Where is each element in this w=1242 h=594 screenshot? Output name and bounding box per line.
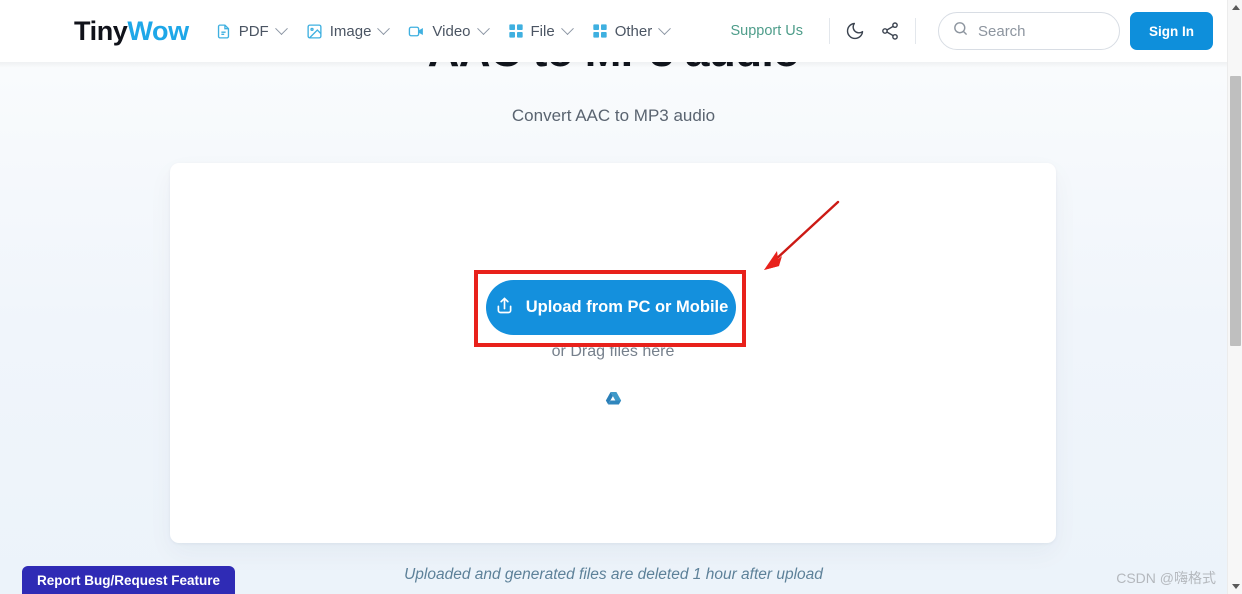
logo-text-wow: Wow	[127, 15, 189, 46]
logo-text-tiny: Tiny	[74, 15, 128, 46]
nav-item-video[interactable]: Video	[408, 21, 490, 40]
header-divider-left	[829, 18, 830, 44]
chevron-down-icon	[560, 21, 574, 35]
nav-item-label: Other	[614, 22, 653, 40]
caret-down-icon	[1231, 584, 1240, 589]
report-bug-button[interactable]: Report Bug/Request Feature	[22, 566, 236, 594]
share-icon[interactable]	[877, 18, 903, 44]
browser-viewport: TinyWow PDF Image Video File Other Suppo…	[0, 0, 1242, 594]
search-input[interactable]	[978, 22, 1098, 40]
hero-title-clip: AAC to MP3 audio	[0, 62, 1227, 92]
nav-item-label: Image	[329, 22, 372, 40]
document-icon	[215, 23, 232, 40]
scrollbar-up-button[interactable]	[1228, 0, 1242, 15]
caret-up-icon	[1231, 5, 1240, 10]
scrollbar-down-button[interactable]	[1228, 579, 1242, 594]
main-navigation: PDF Image Video File Other	[215, 21, 672, 40]
google-drive-icon[interactable]	[170, 391, 1056, 412]
grid-icon	[592, 23, 608, 39]
chevron-down-icon	[377, 21, 391, 35]
support-us-link[interactable]: Support Us	[730, 23, 803, 39]
hero-section: AAC to MP3 audio Convert AAC to MP3 audi…	[0, 62, 1227, 126]
chevron-down-icon	[658, 21, 672, 35]
upload-card: Upload from PC or Mobile or Drag files h…	[170, 163, 1056, 543]
header-divider-right	[915, 18, 916, 44]
search-box[interactable]	[938, 12, 1120, 50]
image-icon	[306, 23, 323, 40]
site-header: TinyWow PDF Image Video File Other Suppo…	[0, 0, 1227, 68]
header-icon-group	[842, 18, 903, 44]
file-drop-zone[interactable]: Upload from PC or Mobile or Drag files h…	[170, 163, 1056, 543]
nav-item-label: PDF	[238, 22, 269, 40]
sign-in-button[interactable]: Sign In	[1130, 12, 1213, 50]
search-icon	[952, 20, 969, 42]
site-logo[interactable]: TinyWow	[74, 15, 189, 46]
chevron-down-icon	[476, 21, 490, 35]
nav-item-pdf[interactable]: PDF	[215, 21, 288, 40]
grid-icon	[508, 23, 524, 39]
nav-item-label: File	[530, 22, 555, 40]
scrollbar-thumb[interactable]	[1230, 76, 1241, 346]
video-icon	[408, 23, 425, 40]
csdn-watermark: CSDN @嗨格式	[1116, 570, 1216, 586]
page-subtitle: Convert AAC to MP3 audio	[511, 106, 716, 125]
nav-item-other[interactable]: Other	[592, 21, 672, 40]
vertical-scrollbar[interactable]	[1227, 0, 1242, 594]
moon-icon[interactable]	[842, 18, 868, 44]
page-title: AAC to MP3 audio	[0, 62, 1227, 76]
nav-item-image[interactable]: Image	[306, 21, 391, 40]
chevron-down-icon	[274, 21, 288, 35]
annotation-highlight-box	[474, 270, 746, 347]
nav-item-label: Video	[432, 22, 471, 40]
nav-item-file[interactable]: File	[508, 21, 574, 40]
